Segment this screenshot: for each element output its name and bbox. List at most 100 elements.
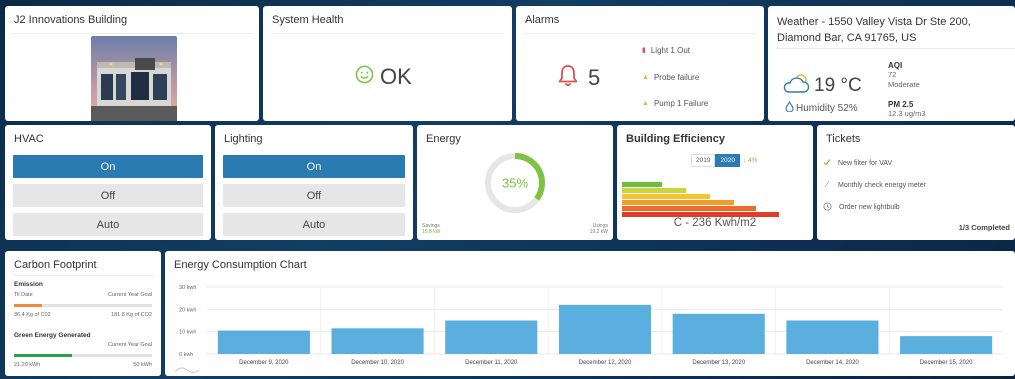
green-right-label: Current Year Goal <box>107 342 152 348</box>
hvac-title: HVAC <box>14 133 44 145</box>
ticket-label: New filter for VAV <box>838 159 893 167</box>
ticket-item[interactable]: Order new lightbulb <box>823 202 900 213</box>
emission-left-value: 36.4 Kg of C02 <box>14 312 51 318</box>
emission-progress <box>14 304 152 307</box>
ticket-item[interactable]: New filter for VAV <box>823 158 892 168</box>
lighting-auto-button[interactable]: Auto <box>223 213 405 236</box>
carbon-card: Carbon Footprint Emission Til Date Curre… <box>5 251 161 376</box>
x-tick-label: December 11, 2020 <box>465 360 518 366</box>
emission-right-label: Current Year Goal <box>107 292 152 298</box>
chart-bar <box>217 330 310 354</box>
year-tab-2019[interactable]: 2019 <box>691 154 716 167</box>
alarm-list: ▮ Light 1 Out ▲ Probe failure ▲ Pump 1 Failur… <box>642 46 708 121</box>
green-progress <box>14 354 152 357</box>
tickets-card: Tickets New filter for VAV Monthly check… <box>817 125 1015 240</box>
chart-bar <box>445 320 538 354</box>
emission-right-value: 181.8 Kg of CO2 <box>111 312 152 318</box>
x-tick-label: December 13, 2020 <box>692 360 745 366</box>
check-icon <box>823 158 831 168</box>
system-health-title: System Health <box>272 14 344 26</box>
emission-label: Emission <box>14 281 43 288</box>
alarm-label: Pump 1 Failure <box>653 99 709 108</box>
alarm-warning-icon: ▲ <box>642 73 649 81</box>
alarm-item[interactable]: ▲ Pump 1 Failure <box>642 99 708 121</box>
carbon-title: Carbon Footprint <box>14 259 97 271</box>
building-image <box>91 36 177 121</box>
chart-bar <box>786 320 879 354</box>
efficiency-bar <box>622 206 756 211</box>
ticket-label: Monthly check energy meter <box>838 181 926 189</box>
hvac-on-button[interactable]: On <box>13 155 203 178</box>
hvac-off-button[interactable]: Off <box>13 184 203 207</box>
efficiency-bar <box>622 194 710 199</box>
green-right-value: 50 kWh <box>133 362 152 368</box>
x-tick-label: December 9, 2020 <box>239 360 289 366</box>
energy-consumption-chart: 0 kwh 10 kwh 20 kwh 30 kwh December 9, 2020 D… <box>174 285 1003 373</box>
lighting-on-button[interactable]: On <box>223 155 405 178</box>
emission-left-label: Til Date <box>14 292 33 298</box>
alarm-label: Probe failure <box>653 72 700 82</box>
energy-title: Energy <box>426 133 461 145</box>
weather-card: Weather - 1550 Valley Vista Dr Ste 200, … <box>768 6 1015 121</box>
usings-value: 19.2 kW <box>589 229 608 235</box>
pm-label: PM 2.5 <box>888 100 914 109</box>
y-tick-label: 0 kwh <box>179 352 193 358</box>
green-energy-label: Green Energy Generated <box>14 332 91 339</box>
year-tab-2020[interactable]: 2020 <box>715 154 740 167</box>
lighting-off-button[interactable]: Off <box>223 184 405 207</box>
temperature: 19 °C <box>814 74 862 96</box>
chart-bar <box>900 336 993 354</box>
humidity: Humidity 52% <box>796 102 858 114</box>
droplet-icon <box>785 100 794 115</box>
partly-cloudy-icon <box>782 72 812 99</box>
lighting-title: Lighting <box>224 133 263 145</box>
efficiency-card: Building Efficiency 2019 2020 ↓ 4% C - 2… <box>617 125 813 240</box>
y-tick-label: 30 kwh <box>179 285 196 291</box>
alarms-card[interactable]: Alarms 5 ▮ Light 1 Out ▲ Probe failure ▲ Pump… <box>516 6 764 121</box>
energy-chart-card: Energy Consumption Chart 0 kwh 10 kwh 20 k… <box>165 251 1015 376</box>
tickets-summary: 1/3 Completed <box>958 223 1010 232</box>
x-tick-label: December 15, 2020 <box>920 360 973 366</box>
pending-icon <box>823 180 831 190</box>
alarm-label: Light 1 Out <box>650 46 690 55</box>
chart-bar <box>672 313 765 354</box>
x-tick-label: December 12, 2020 <box>579 360 632 366</box>
building-card: J2 Innovations Building <box>5 6 259 121</box>
alarm-critical-icon: ▮ <box>642 47 646 54</box>
pm-value: 12.3 ug/m3 <box>888 109 926 118</box>
aqi-label: AQI <box>888 61 903 70</box>
efficiency-bar <box>622 200 734 205</box>
building-title: J2 Innovations Building <box>14 14 128 26</box>
health-status: OK <box>380 64 412 89</box>
hvac-auto-button[interactable]: Auto <box>13 213 203 236</box>
air-quality: AQI 72 Moderate PM 2.5 12.3 ug/m3 <box>888 61 926 119</box>
green-left-value: 21.20 kWh <box>14 362 41 368</box>
chart-bar <box>331 328 424 354</box>
alarms-title: Alarms <box>525 14 560 26</box>
aqi-value: 72 <box>888 70 897 79</box>
system-health-card: System Health OK <box>263 6 512 121</box>
chart-bar <box>558 304 652 354</box>
aqi-status: Moderate <box>888 80 920 89</box>
lighting-card: Lighting On Off Auto <box>215 125 413 240</box>
ticket-item[interactable]: Monthly check energy meter <box>823 180 926 190</box>
efficiency-rating: C - 236 Kwh/m2 <box>673 217 757 229</box>
chart-navigator-icon <box>174 367 200 373</box>
alarm-item[interactable]: ▮ Light 1 Out <box>642 46 708 73</box>
alarm-item[interactable]: ▲ Probe failure <box>642 73 708 100</box>
bell-icon <box>558 64 578 92</box>
energy-savings: Savings 10.8 kW <box>422 223 440 235</box>
energy-percent: 35% <box>502 176 528 191</box>
alarm-count: 5 <box>588 65 601 90</box>
y-tick-label: 20 kwh <box>179 307 196 313</box>
efficiency-delta: ↓ 4% <box>742 157 758 164</box>
tickets-title: Tickets <box>826 133 861 145</box>
energy-card: Energy 35% Savings 10.8 kW Usings 19.2 k… <box>417 125 613 240</box>
weather-title: Weather - 1550 Valley Vista Dr Ste 200, … <box>777 16 971 44</box>
efficiency-bar <box>622 188 686 193</box>
energy-usings: Usings 19.2 kW <box>590 223 608 235</box>
efficiency-title: Building Efficiency <box>626 133 726 145</box>
x-tick-label: December 14, 2020 <box>806 360 859 366</box>
clock-icon <box>823 202 832 213</box>
alarm-warning-icon: ▲ <box>642 100 649 107</box>
